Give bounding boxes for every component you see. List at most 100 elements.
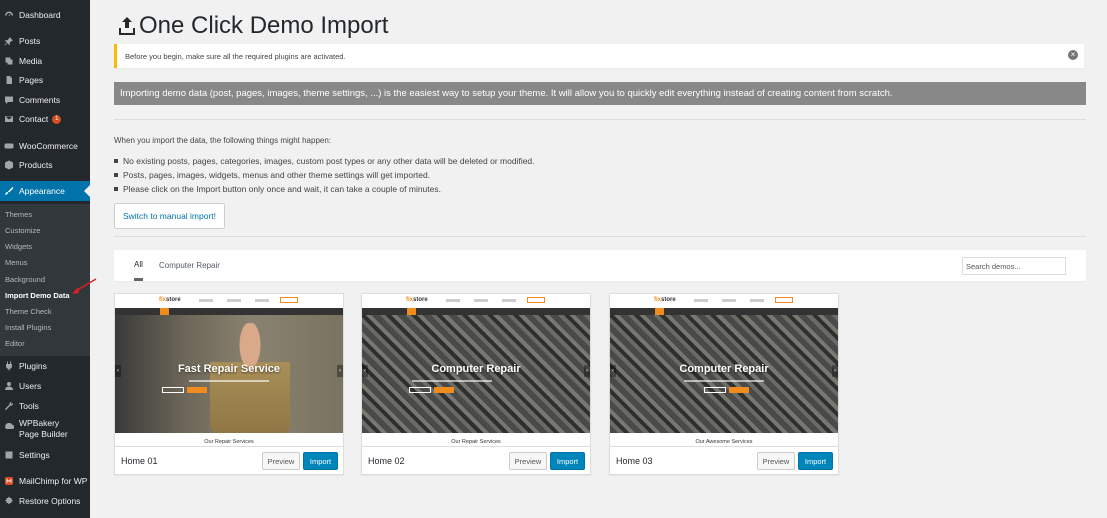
menu-plugins[interactable]: Plugins [0, 356, 90, 376]
hero-title: Fast Repair Service [177, 363, 281, 375]
submenu-import-demo-data[interactable]: Import Demo Data [5, 291, 70, 300]
wpbakery-icon [4, 421, 14, 431]
tab-all[interactable]: All [134, 250, 143, 281]
preview-button[interactable]: Preview [509, 452, 547, 470]
comments-icon [4, 95, 14, 105]
preview-button[interactable]: Preview [262, 452, 300, 470]
search-demos-input[interactable] [962, 257, 1066, 275]
contact-count-badge: 1 [52, 114, 62, 124]
thumb-home-tab [407, 308, 416, 315]
thumb-home-tab [655, 308, 664, 315]
preview-button[interactable]: Preview [757, 452, 795, 470]
import-button[interactable]: Import [798, 452, 833, 470]
submenu-themes[interactable]: Themes [5, 210, 32, 219]
menu-users[interactable]: Users [0, 376, 90, 396]
paintbrush-icon [4, 186, 14, 196]
demo-screenshot[interactable]: fixstore Fast Repair Service ‹ › Our Rep… [115, 294, 343, 446]
divider [114, 236, 1086, 237]
thumb-hero: Fast Repair Service ‹ › [115, 315, 343, 433]
thumb-contact [446, 299, 460, 302]
import-button[interactable]: Import [303, 452, 338, 470]
notice-text: Before you begin, make sure all the requ… [125, 51, 346, 61]
media-icon [4, 56, 14, 66]
demo-card-home-02: fixstore Computer Repair ‹ › Our Repair … [361, 293, 591, 475]
hero-text-line [684, 380, 764, 382]
hero-button [162, 387, 184, 393]
dismiss-icon[interactable]: × [1068, 50, 1078, 60]
menu-dashboard[interactable]: Dashboard [0, 5, 90, 25]
thumb-nav [610, 308, 838, 315]
card-footer: Home 01 Preview Import [115, 446, 343, 474]
submenu-install-plugins[interactable]: Install Plugins [5, 323, 51, 332]
submenu-customize[interactable]: Customize [5, 226, 40, 235]
woocommerce-icon [4, 141, 14, 151]
menu-woocommerce[interactable]: WooCommerce [0, 136, 90, 156]
slider-prev-icon: ‹ [610, 365, 616, 377]
menu-mailchimp[interactable]: MailChimp for WP [0, 471, 90, 491]
submenu-widgets[interactable]: Widgets [5, 242, 32, 251]
thumb-section-title: Our Repair Services [451, 439, 501, 445]
menu-label: Plugins [19, 361, 47, 371]
users-icon [4, 381, 14, 391]
tab-computer-repair[interactable]: Computer Repair [159, 250, 220, 281]
menu-label: Restore Options [19, 496, 81, 506]
menu-pages[interactable]: Pages [0, 70, 90, 90]
hero-text-line [189, 380, 269, 382]
list-item: No existing posts, pages, categories, im… [114, 154, 535, 168]
slider-next-icon: › [584, 365, 590, 377]
hero-text-line [412, 380, 492, 382]
menu-label: Tools [19, 401, 39, 411]
thumb-home-tab [160, 308, 169, 315]
slider-prev-icon: ‹ [115, 365, 121, 377]
submenu-background[interactable]: Background [5, 275, 45, 284]
dashboard-icon [4, 10, 14, 20]
mail-icon [4, 114, 14, 124]
thumb-hero: Computer Repair ‹ › [362, 315, 590, 433]
menu-label: Media [19, 56, 43, 66]
menu-comments[interactable]: Comments [0, 90, 90, 110]
menu-label: Products [19, 160, 53, 170]
menu-label: Appearance [19, 186, 65, 196]
pin-icon [4, 36, 14, 46]
demo-screenshot[interactable]: fixstore Computer Repair ‹ › Our Awesome… [610, 294, 838, 446]
upload-icon [119, 17, 135, 35]
mailchimp-icon [4, 476, 14, 486]
thumb-contact [227, 299, 241, 302]
hero-button [409, 387, 431, 393]
submenu-menus[interactable]: Menus [5, 258, 28, 267]
thumb-logo: fixstore [406, 297, 428, 303]
menu-settings[interactable]: Settings [0, 445, 90, 465]
menu-contact[interactable]: Contact 1 [0, 109, 90, 129]
hero-photo [210, 323, 290, 433]
menu-label: Dashboard [19, 10, 61, 20]
menu-media[interactable]: Media [0, 51, 90, 71]
page-title-text: One Click Demo Import [139, 12, 389, 39]
list-item: Please click on the Import button only o… [114, 182, 535, 196]
menu-appearance[interactable]: Appearance [0, 181, 90, 201]
demo-screenshot[interactable]: fixstore Computer Repair ‹ › Our Repair … [362, 294, 590, 446]
submenu-editor[interactable]: Editor [5, 339, 25, 348]
menu-wpbakery[interactable]: WPBakery Page Builder [0, 418, 90, 444]
menu-restore-options[interactable]: Restore Options [0, 491, 90, 511]
card-footer: Home 02 Preview Import [362, 446, 590, 474]
menu-tools[interactable]: Tools [0, 396, 90, 416]
restore-icon [4, 496, 14, 506]
hero-button [187, 387, 207, 393]
hero-title: Computer Repair [679, 363, 769, 375]
import-effects-list: No existing posts, pages, categories, im… [114, 154, 535, 196]
menu-posts[interactable]: Posts [0, 31, 90, 51]
menu-label: Pages [19, 75, 44, 85]
thumb-section-title: Our Awesome Services [695, 439, 753, 445]
import-button[interactable]: Import [550, 452, 585, 470]
plugins-icon [4, 361, 14, 371]
demo-name: Home 03 [616, 456, 653, 466]
thumb-header: fixstore [610, 294, 838, 308]
intro-text: Importing demo data (post, pages, images… [120, 88, 893, 99]
demo-name: Home 02 [368, 456, 405, 466]
thumb-contact [750, 299, 764, 302]
manual-import-button[interactable]: Switch to manual import! [114, 203, 225, 229]
menu-products[interactable]: Products [0, 155, 90, 175]
thumb-cta [280, 297, 298, 303]
submenu-theme-check[interactable]: Theme Check [5, 307, 52, 316]
menu-label: Contact [19, 114, 49, 124]
